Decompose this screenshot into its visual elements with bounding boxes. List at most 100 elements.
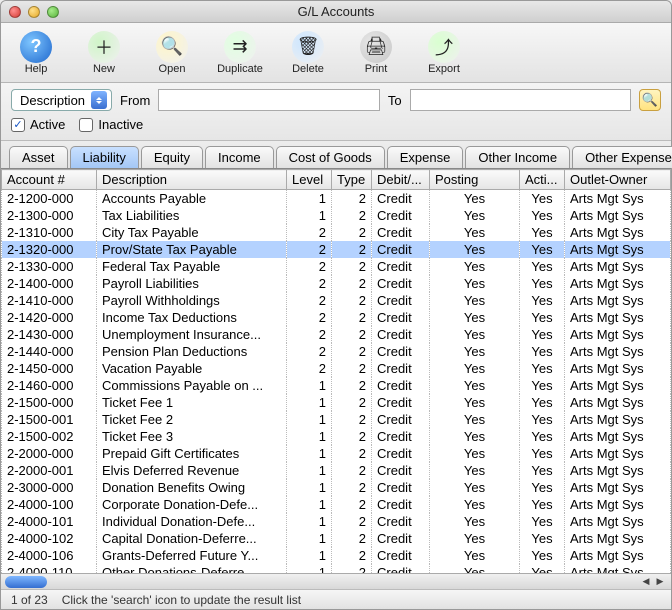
export-button[interactable]: ⤴ Export: [417, 31, 471, 75]
cell-acti: Yes: [520, 513, 565, 530]
col-level[interactable]: Level: [287, 170, 332, 190]
cell-posting: Yes: [430, 241, 520, 258]
tab-expense[interactable]: Expense: [387, 146, 464, 168]
col-type[interactable]: Type: [332, 170, 372, 190]
inactive-checkbox[interactable]: Inactive: [79, 117, 143, 132]
magnifier-icon: 🔍: [156, 31, 188, 63]
table-row[interactable]: 2-4000-110Other Donations-Deferre...12Cr…: [2, 564, 671, 573]
cell-acct: 2-1300-000: [2, 207, 97, 224]
cell-acti: Yes: [520, 207, 565, 224]
tab-equity[interactable]: Equity: [141, 146, 203, 168]
table-row[interactable]: 2-4000-106Grants-Deferred Future Y...12C…: [2, 547, 671, 564]
tab-asset[interactable]: Asset: [9, 146, 68, 168]
tab-other-expense[interactable]: Other Expense: [572, 146, 672, 168]
toolbar-label: Help: [25, 63, 48, 75]
duplicate-button[interactable]: ⇉ Duplicate: [213, 31, 267, 75]
cell-posting: Yes: [430, 224, 520, 241]
toolbar-label: New: [93, 63, 115, 75]
scroll-right-icon[interactable]: ▶: [653, 575, 667, 589]
cell-debit: Credit: [372, 547, 430, 564]
open-button[interactable]: 🔍 Open: [145, 31, 199, 75]
help-icon: ?: [20, 31, 52, 63]
cell-acct: 2-1500-000: [2, 394, 97, 411]
col-account[interactable]: Account #: [2, 170, 97, 190]
from-input[interactable]: [158, 89, 379, 111]
status-bar: 1 of 23 Click the 'search' icon to updat…: [1, 589, 671, 609]
cell-type: 2: [332, 530, 372, 547]
cell-posting: Yes: [430, 564, 520, 573]
col-debit[interactable]: Debit/...: [372, 170, 430, 190]
table-row[interactable]: 2-1310-000City Tax Payable22CreditYesYes…: [2, 224, 671, 241]
table-row[interactable]: 2-1300-000Tax Liabilities12CreditYesYesA…: [2, 207, 671, 224]
filter-field-combo[interactable]: Description: [11, 89, 112, 111]
print-button[interactable]: 🖨 Print: [349, 31, 403, 75]
col-posting[interactable]: Posting: [430, 170, 520, 190]
table-row[interactable]: 2-1430-000Unemployment Insurance...22Cre…: [2, 326, 671, 343]
table-row[interactable]: 2-4000-101Individual Donation-Defe...12C…: [2, 513, 671, 530]
table-row[interactable]: 2-2000-001Elvis Deferred Revenue12Credit…: [2, 462, 671, 479]
table-row[interactable]: 2-1420-000Income Tax Deductions22CreditY…: [2, 309, 671, 326]
col-owner[interactable]: Outlet-Owner: [565, 170, 671, 190]
table-row[interactable]: 2-1320-000Prov/State Tax Payable22Credit…: [2, 241, 671, 258]
cell-debit: Credit: [372, 377, 430, 394]
cell-acct: 2-4000-101: [2, 513, 97, 530]
table-row[interactable]: 2-3000-000Donation Benefits Owing12Credi…: [2, 479, 671, 496]
cell-posting: Yes: [430, 343, 520, 360]
window-title: G/L Accounts: [1, 4, 671, 19]
cell-debit: Credit: [372, 309, 430, 326]
table-row[interactable]: 2-1200-000Accounts Payable12CreditYesYes…: [2, 190, 671, 208]
new-button[interactable]: ＋ New: [77, 31, 131, 75]
cell-acti: Yes: [520, 564, 565, 573]
delete-button[interactable]: 🗑 Delete: [281, 31, 335, 75]
tab-cost-of-goods[interactable]: Cost of Goods: [276, 146, 385, 168]
cell-owner: Arts Mgt Sys: [565, 462, 671, 479]
cell-level: 1: [287, 428, 332, 445]
scroll-left-icon[interactable]: ◀: [639, 575, 653, 589]
cell-posting: Yes: [430, 411, 520, 428]
cell-type: 2: [332, 496, 372, 513]
toolbar-label: Duplicate: [217, 63, 263, 75]
table-row[interactable]: 2-1500-002Ticket Fee 312CreditYesYesArts…: [2, 428, 671, 445]
scroll-thumb[interactable]: [5, 576, 47, 588]
cell-type: 2: [332, 258, 372, 275]
cell-debit: Credit: [372, 224, 430, 241]
cell-posting: Yes: [430, 394, 520, 411]
table-row[interactable]: 2-1400-000Payroll Liabilities22CreditYes…: [2, 275, 671, 292]
col-description[interactable]: Description: [97, 170, 287, 190]
tab-other-income[interactable]: Other Income: [465, 146, 570, 168]
cell-desc: Donation Benefits Owing: [97, 479, 287, 496]
tab-liability[interactable]: Liability: [70, 146, 139, 168]
cell-desc: City Tax Payable: [97, 224, 287, 241]
toolbar-label: Delete: [292, 63, 324, 75]
help-button[interactable]: ? Help: [9, 31, 63, 75]
table-row[interactable]: 2-4000-100Corporate Donation-Defe...12Cr…: [2, 496, 671, 513]
tab-income[interactable]: Income: [205, 146, 274, 168]
active-checkbox[interactable]: ✓ Active: [11, 117, 65, 132]
table-row[interactable]: 2-4000-102Capital Donation-Deferre...12C…: [2, 530, 671, 547]
cell-acti: Yes: [520, 275, 565, 292]
cell-type: 2: [332, 326, 372, 343]
cell-acct: 2-4000-110: [2, 564, 97, 573]
table-row[interactable]: 2-1500-001Ticket Fee 212CreditYesYesArts…: [2, 411, 671, 428]
cell-desc: Federal Tax Payable: [97, 258, 287, 275]
to-input[interactable]: [410, 89, 631, 111]
to-label: To: [388, 93, 402, 108]
table-row[interactable]: 2-2000-000Prepaid Gift Certificates12Cre…: [2, 445, 671, 462]
cell-level: 2: [287, 275, 332, 292]
table-row[interactable]: 2-1460-000Commissions Payable on ...12Cr…: [2, 377, 671, 394]
table-row[interactable]: 2-1440-000Pension Plan Deductions22Credi…: [2, 343, 671, 360]
cell-acti: Yes: [520, 360, 565, 377]
horizontal-scrollbar[interactable]: ◀ ▶: [1, 573, 671, 589]
search-button[interactable]: 🔍: [639, 89, 661, 111]
table-row[interactable]: 2-1450-000Vacation Payable22CreditYesYes…: [2, 360, 671, 377]
cell-type: 2: [332, 207, 372, 224]
table-row[interactable]: 2-1410-000Payroll Withholdings22CreditYe…: [2, 292, 671, 309]
cell-desc: Elvis Deferred Revenue: [97, 462, 287, 479]
cell-level: 1: [287, 479, 332, 496]
cell-level: 2: [287, 224, 332, 241]
col-active[interactable]: Acti...: [520, 170, 565, 190]
table-row[interactable]: 2-1500-000Ticket Fee 112CreditYesYesArts…: [2, 394, 671, 411]
cell-level: 1: [287, 207, 332, 224]
table-row[interactable]: 2-1330-000Federal Tax Payable22CreditYes…: [2, 258, 671, 275]
cell-owner: Arts Mgt Sys: [565, 445, 671, 462]
